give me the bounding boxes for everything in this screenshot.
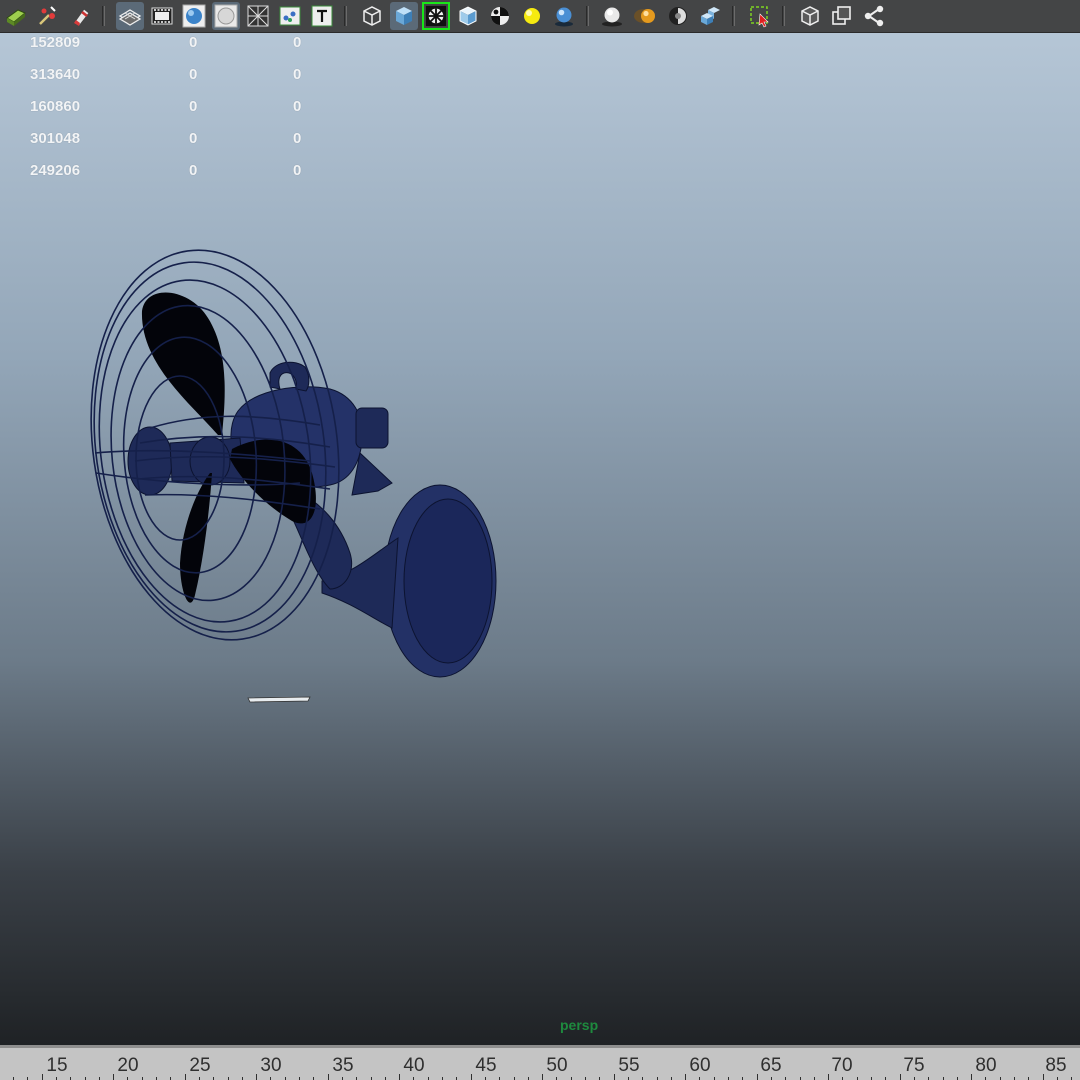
flat-shade-icon[interactable] bbox=[212, 2, 240, 30]
frame-tick-label: 55 bbox=[618, 1055, 640, 1076]
shaded-cube-icon[interactable] bbox=[390, 2, 418, 30]
xray-cube-icon[interactable] bbox=[454, 2, 482, 30]
frame-tick bbox=[971, 1074, 973, 1080]
film-gate-icon[interactable] bbox=[148, 2, 176, 30]
multisample-icon[interactable] bbox=[664, 2, 692, 30]
frame-tick bbox=[685, 1074, 687, 1080]
viewport-panel-toolbar bbox=[0, 0, 1080, 33]
make-live-icon[interactable] bbox=[2, 2, 30, 30]
camera-name-label: persp bbox=[560, 1017, 599, 1033]
frame-tick bbox=[828, 1074, 830, 1080]
component-xray-icon[interactable] bbox=[860, 2, 888, 30]
xray-joints-icon[interactable] bbox=[828, 2, 856, 30]
xray-toggle-icon[interactable] bbox=[796, 2, 824, 30]
frame-tick bbox=[113, 1074, 115, 1080]
frame-tick-label: 15 bbox=[46, 1055, 68, 1076]
frame-tick bbox=[756, 1074, 758, 1080]
frame-tick bbox=[327, 1074, 329, 1080]
perspective-viewport[interactable]: 152809 0 0 313640 0 0 160860 0 0 301048 … bbox=[0, 33, 1080, 1045]
snap-together-icon[interactable] bbox=[34, 2, 62, 30]
frame-tick bbox=[256, 1074, 258, 1080]
isolate-select-icon[interactable] bbox=[746, 2, 774, 30]
frame-tick bbox=[613, 1074, 615, 1080]
ambient-occlusion-icon[interactable] bbox=[598, 2, 626, 30]
frame-tick bbox=[542, 1074, 544, 1080]
frame-tick-label: 25 bbox=[189, 1055, 211, 1076]
checker-icon[interactable] bbox=[486, 2, 514, 30]
frame-tick bbox=[41, 1074, 43, 1080]
uv-texture-icon[interactable] bbox=[276, 2, 304, 30]
frame-tick bbox=[1042, 1074, 1044, 1080]
frame-tick-label: 35 bbox=[332, 1055, 354, 1076]
fan-model[interactable] bbox=[0, 33, 1080, 1045]
smooth-shade-icon[interactable] bbox=[180, 2, 208, 30]
motion-blur-icon[interactable] bbox=[632, 2, 660, 30]
frame-tick bbox=[899, 1074, 901, 1080]
wireframe-plane-icon[interactable] bbox=[116, 2, 144, 30]
lighting-icon[interactable] bbox=[518, 2, 546, 30]
text-icon[interactable] bbox=[308, 2, 336, 30]
time-slider[interactable]: 15 20 25 30 35 40 45 50 55 60 65 70 75 8… bbox=[0, 1045, 1080, 1080]
grid-icon[interactable] bbox=[244, 2, 272, 30]
frame-tick bbox=[399, 1074, 401, 1080]
frame-tick bbox=[184, 1074, 186, 1080]
paint-tool-icon[interactable] bbox=[66, 2, 94, 30]
wireframe-on-shaded-icon[interactable] bbox=[422, 2, 450, 30]
frame-tick-label: 45 bbox=[475, 1055, 497, 1076]
shadow-sphere-icon[interactable] bbox=[550, 2, 578, 30]
frame-tick bbox=[470, 1074, 472, 1080]
depth-of-field-icon[interactable] bbox=[696, 2, 724, 30]
wireframe-cube-icon[interactable] bbox=[358, 2, 386, 30]
